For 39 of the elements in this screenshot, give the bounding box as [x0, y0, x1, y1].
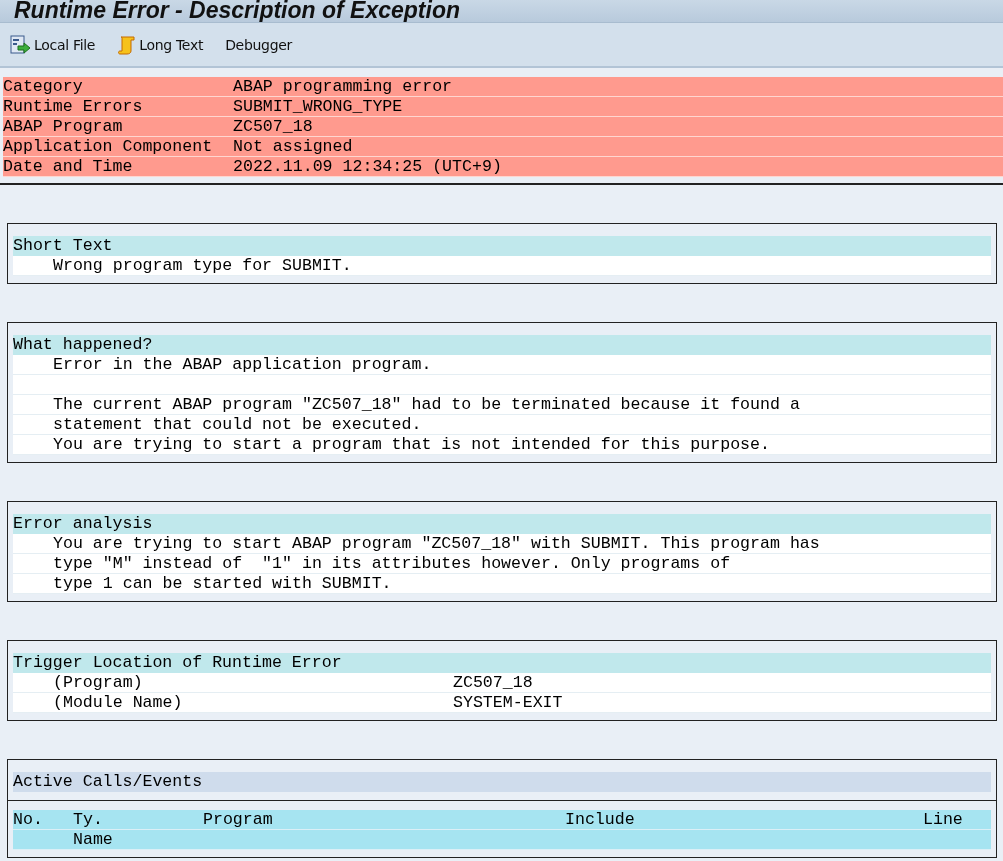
window-title: Runtime Error - Description of Exception [14, 0, 460, 22]
header-value: ZC507_18 [233, 117, 313, 136]
field-value: SYSTEM-EXIT [453, 693, 563, 712]
column-header: Name [73, 830, 113, 849]
text-line: Wrong program type for SUBMIT. [53, 256, 352, 275]
header-label: Date and Time [3, 157, 134, 176]
toolbar-button[interactable]: Long Text [117, 34, 204, 55]
file-export-icon [10, 34, 32, 55]
column-header: No. [13, 810, 44, 829]
field-value: ZC507_18 [453, 673, 533, 692]
text-line: You are trying to start ABAP program "ZC507_18" with SUBMIT. This program has [53, 534, 820, 553]
section-title: What happened? [13, 335, 991, 355]
text-line: Error in the ABAP application program. [53, 355, 432, 374]
section-title: Error analysis [13, 514, 991, 534]
section-title: Active Calls/Events [13, 772, 991, 792]
column-header: Ty. [73, 810, 104, 829]
header-label: Runtime Errors [3, 97, 144, 116]
column-header: Include [565, 810, 636, 829]
toolbar-button[interactable]: Debugger [225, 36, 293, 53]
text-line: type "M" instead of "1" in its attributes however. Only programs of [53, 554, 731, 573]
text-line: statement that could not be executed. [53, 415, 422, 434]
header-value: Not assigned [233, 137, 353, 156]
header-label: ABAP Program [3, 117, 124, 136]
header-value: SUBMIT_WRONG_TYPE [233, 97, 403, 116]
section-title: Trigger Location of Runtime Error [13, 653, 991, 673]
text-line: type 1 can be started with SUBMIT. [53, 574, 392, 593]
column-header: Program [203, 810, 274, 829]
header-value: ABAP programming error [233, 77, 453, 96]
scroll-icon [117, 34, 138, 55]
section-title: Short Text [13, 236, 991, 256]
text-line: You are trying to start a program that is not intended for this purpose. [53, 435, 770, 454]
text-line: The current ABAP program "ZC507_18" had to be terminated because it found a [53, 395, 800, 414]
field-label: (Module Name) [53, 693, 184, 712]
header-label: Application Component [3, 137, 214, 156]
header-label: Category [3, 77, 84, 96]
toolbar-button[interactable]: Local File [10, 34, 96, 55]
column-header: Line [923, 810, 963, 829]
field-label: (Program) [53, 673, 144, 692]
header-value: 2022.11.09 12:34:25 (UTC+9) [233, 157, 502, 176]
